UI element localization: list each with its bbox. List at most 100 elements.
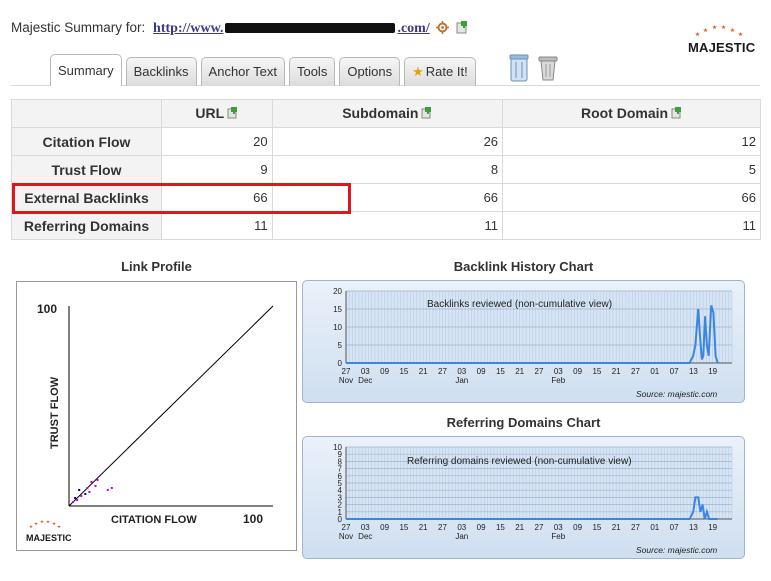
x-month-label: Nov xyxy=(339,532,353,541)
tab-tools[interactable]: Tools xyxy=(288,57,336,86)
tab-anchor-text[interactable]: Anchor Text xyxy=(200,57,285,86)
x-tick-label: 09 xyxy=(477,367,486,376)
x-tick-label: 19 xyxy=(708,367,717,376)
scatter-point xyxy=(84,493,87,495)
y-tick-label: 10 xyxy=(333,443,342,452)
y-max-label: 100 xyxy=(37,302,57,316)
tab-backlinks[interactable]: Backlinks xyxy=(125,57,197,86)
x-tick-label: 27 xyxy=(342,367,351,376)
scatter-point xyxy=(76,499,79,501)
x-tick-label: 21 xyxy=(515,367,524,376)
y-axis-label: TRUST FLOW xyxy=(49,376,61,449)
column-header-root-domain: Root Domain xyxy=(502,99,761,128)
logo-text: MAJESTIC xyxy=(688,40,756,55)
table-cell: 8 xyxy=(271,155,504,184)
chart-caption: Backlinks reviewed (non-cumulative view) xyxy=(427,299,612,310)
referring-domains-chart: 01234567891027 03 09 15 21 27 03 09 15 21 27 03 09 15… xyxy=(333,443,733,555)
logo-text-small: MAJESTIC xyxy=(26,533,72,543)
x-tick-label: 01 xyxy=(650,523,659,532)
table-cell: 5 xyxy=(502,155,761,184)
x-tick-label: 01 xyxy=(650,367,659,376)
scatter-point xyxy=(86,487,89,489)
x-month-label: Jan xyxy=(455,376,468,385)
x-tick-label: 15 xyxy=(592,367,601,376)
scatter-point xyxy=(96,479,99,481)
table-cell: 11 xyxy=(502,211,761,240)
backlink-history-chart: 0510152027 03 09 15 21 27 03 09 15 21 27 03 09 15 21 27… xyxy=(333,287,733,399)
table-cell: 26 xyxy=(271,127,504,156)
header-prefix: Majestic Summary for: xyxy=(11,20,146,36)
x-tick-label: 27 xyxy=(631,523,640,532)
bookmark-bin-icon[interactable] xyxy=(509,54,529,87)
x-tick-label: 27 xyxy=(535,523,544,532)
tab-bar: Summary Backlinks Anchor Text Tools Opti… xyxy=(50,54,476,86)
tab-summary[interactable]: Summary xyxy=(50,54,122,86)
row-label: Referring Domains xyxy=(11,211,162,240)
tab-options[interactable]: Options xyxy=(339,57,401,86)
scatter-point xyxy=(80,495,83,497)
gear-icon[interactable] xyxy=(436,20,450,37)
x-month-label: Feb xyxy=(551,376,565,385)
site-url-link[interactable]: http://www. .com/ xyxy=(153,21,430,36)
majestic-logo: MAJESTIC xyxy=(684,24,756,60)
x-month-label: Feb xyxy=(551,532,565,541)
row-label: Citation Flow xyxy=(11,127,162,156)
x-tick-label: 13 xyxy=(689,367,698,376)
x-tick-label: 15 xyxy=(592,523,601,532)
backlink-history-title: Backlink History Chart xyxy=(453,259,594,274)
x-tick-label: 07 xyxy=(670,523,679,532)
table-cell: 12 xyxy=(502,127,761,156)
column-header-subdomain: Subdomain xyxy=(271,99,504,128)
x-tick-label: 03 xyxy=(554,367,563,376)
scatter-point xyxy=(88,491,91,493)
x-tick-label: 09 xyxy=(380,523,389,532)
scatter-point xyxy=(110,487,113,489)
x-tick-label: 13 xyxy=(689,523,698,532)
reference-line xyxy=(68,305,274,507)
trash-icon[interactable] xyxy=(538,54,558,87)
export-icon[interactable] xyxy=(421,106,432,122)
export-icon[interactable] xyxy=(671,106,682,122)
x-tick-label: 09 xyxy=(477,523,486,532)
x-tick-label: 15 xyxy=(399,367,408,376)
tab-rate-it[interactable]: ★ Rate It! xyxy=(404,57,476,86)
table-corner xyxy=(11,99,162,128)
table-row: Trust Flow 9 8 5 xyxy=(11,155,761,184)
export-icon[interactable] xyxy=(227,106,238,122)
chart-source: Source: majestic.com xyxy=(636,545,717,555)
x-month-label: Jan xyxy=(455,532,468,541)
x-tick-label: 07 xyxy=(670,367,679,376)
y-tick-label: 5 xyxy=(338,341,343,350)
x-tick-label: 09 xyxy=(573,367,582,376)
backlink-history-panel: 0 5 10 15 20 27 03 09 15 21 27 03 09 15 21 27 03 09 15 21 27… xyxy=(302,280,745,403)
scatter-point xyxy=(78,489,81,491)
x-tick-label: 15 xyxy=(496,523,505,532)
x-tick-label: 27 xyxy=(631,367,640,376)
table-cell: 20 xyxy=(161,127,273,156)
x-tick-label: 09 xyxy=(380,367,389,376)
scatter-point xyxy=(94,485,97,487)
x-tick-label: 15 xyxy=(496,367,505,376)
majestic-logo-small xyxy=(29,520,61,528)
y-tick-label: 15 xyxy=(333,305,342,314)
tab-rate-it-label: Rate It! xyxy=(425,64,468,79)
x-tick-label: 03 xyxy=(361,523,370,532)
x-tick-label: 21 xyxy=(612,367,621,376)
star-icon: ★ xyxy=(412,64,424,79)
link-profile-title: Link Profile xyxy=(121,259,192,274)
table-row: Referring Domains 11 11 11 xyxy=(11,211,761,240)
export-icon[interactable] xyxy=(456,20,468,37)
x-tick-label: 03 xyxy=(554,523,563,532)
x-tick-label: 21 xyxy=(515,523,524,532)
y-tick-label: 20 xyxy=(333,287,342,296)
x-tick-label: 21 xyxy=(612,523,621,532)
table-cell: 11 xyxy=(271,211,504,240)
referring-domains-title: Referring Domains Chart xyxy=(446,415,601,430)
x-tick-label: 27 xyxy=(342,523,351,532)
row-label: Trust Flow xyxy=(11,155,162,184)
x-tick-label: 21 xyxy=(419,367,428,376)
x-tick-label: 03 xyxy=(457,523,466,532)
x-tick-label: 15 xyxy=(399,523,408,532)
y-tick-label: 10 xyxy=(333,323,342,332)
scatter-point xyxy=(90,481,93,483)
